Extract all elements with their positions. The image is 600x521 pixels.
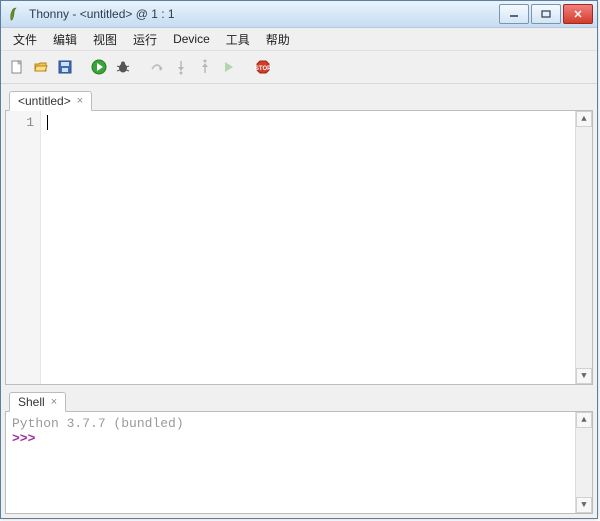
scroll-down-icon[interactable]: ▼ (576, 368, 592, 384)
open-file-button[interactable] (31, 57, 51, 77)
shell-tab-label: Shell (18, 395, 45, 409)
step-out-icon (197, 59, 213, 75)
menu-tools[interactable]: 工具 (218, 29, 258, 50)
editor-scrollbar[interactable]: ▲ ▼ (575, 111, 592, 384)
step-out-button[interactable] (195, 57, 215, 77)
step-into-icon (173, 59, 189, 75)
shell-body[interactable]: Python 3.7.7 (bundled) >>> ▲ ▼ (6, 412, 592, 513)
step-over-button[interactable] (147, 57, 167, 77)
window-title: Thonny - <untitled> @ 1 : 1 (29, 7, 499, 21)
menu-bar: 文件 编辑 视图 运行 Device 工具 帮助 (1, 28, 597, 51)
new-file-button[interactable] (7, 57, 27, 77)
shell-banner: Python 3.7.7 (bundled) (12, 416, 586, 431)
scroll-down-icon[interactable]: ▼ (576, 497, 592, 513)
shell-scrollbar[interactable]: ▲ ▼ (575, 412, 592, 513)
scroll-up-icon[interactable]: ▲ (576, 412, 592, 428)
close-button[interactable] (563, 4, 593, 24)
title-bar: Thonny - <untitled> @ 1 : 1 (1, 1, 597, 28)
open-file-icon (33, 59, 49, 75)
app-icon (7, 6, 23, 22)
shell-prompt: >>> (12, 431, 35, 446)
svg-text:STOP: STOP (255, 66, 271, 72)
minimize-button[interactable] (499, 4, 529, 24)
app-window: Thonny - <untitled> @ 1 : 1 文件 编辑 视图 运行 … (0, 0, 598, 519)
caret (47, 115, 48, 130)
stop-button[interactable]: STOP (253, 57, 273, 77)
debug-button[interactable] (113, 57, 133, 77)
close-tab-icon[interactable]: × (77, 96, 83, 107)
step-over-icon (149, 59, 165, 75)
resume-button[interactable] (219, 57, 239, 77)
editor-tab-untitled[interactable]: <untitled> × (9, 91, 92, 111)
editor-tab-label: <untitled> (18, 94, 71, 108)
editor-pane: <untitled> × 1 ▲ ▼ (5, 88, 593, 385)
maximize-button[interactable] (531, 4, 561, 24)
step-into-button[interactable] (171, 57, 191, 77)
run-button[interactable] (89, 57, 109, 77)
menu-view[interactable]: 视图 (85, 29, 125, 50)
menu-run[interactable]: 运行 (125, 29, 165, 50)
editor-body: 1 ▲ ▼ (6, 111, 592, 384)
menu-file[interactable]: 文件 (5, 29, 45, 50)
code-editor[interactable] (41, 111, 575, 384)
menu-help[interactable]: 帮助 (258, 29, 298, 50)
menu-device[interactable]: Device (165, 30, 218, 48)
new-file-icon (9, 59, 25, 75)
save-button[interactable] (55, 57, 75, 77)
scroll-up-icon[interactable]: ▲ (576, 111, 592, 127)
window-controls (499, 4, 593, 24)
toolbar: STOP (1, 51, 597, 84)
close-tab-icon[interactable]: × (51, 397, 57, 408)
debug-icon (115, 59, 131, 75)
shell-tab[interactable]: Shell × (9, 392, 66, 412)
stop-icon: STOP (255, 59, 271, 75)
line-number-gutter: 1 (6, 111, 41, 384)
workspace: <untitled> × 1 ▲ ▼ Shell × (1, 84, 597, 518)
save-icon (57, 59, 73, 75)
resume-icon (221, 59, 237, 75)
shell-tabstrip: Shell × (5, 389, 593, 412)
line-number: 1 (6, 115, 34, 130)
menu-edit[interactable]: 编辑 (45, 29, 85, 50)
run-icon (91, 59, 107, 75)
shell-pane: Shell × Python 3.7.7 (bundled) >>> ▲ ▼ (5, 389, 593, 514)
editor-tabstrip: <untitled> × (5, 88, 593, 111)
